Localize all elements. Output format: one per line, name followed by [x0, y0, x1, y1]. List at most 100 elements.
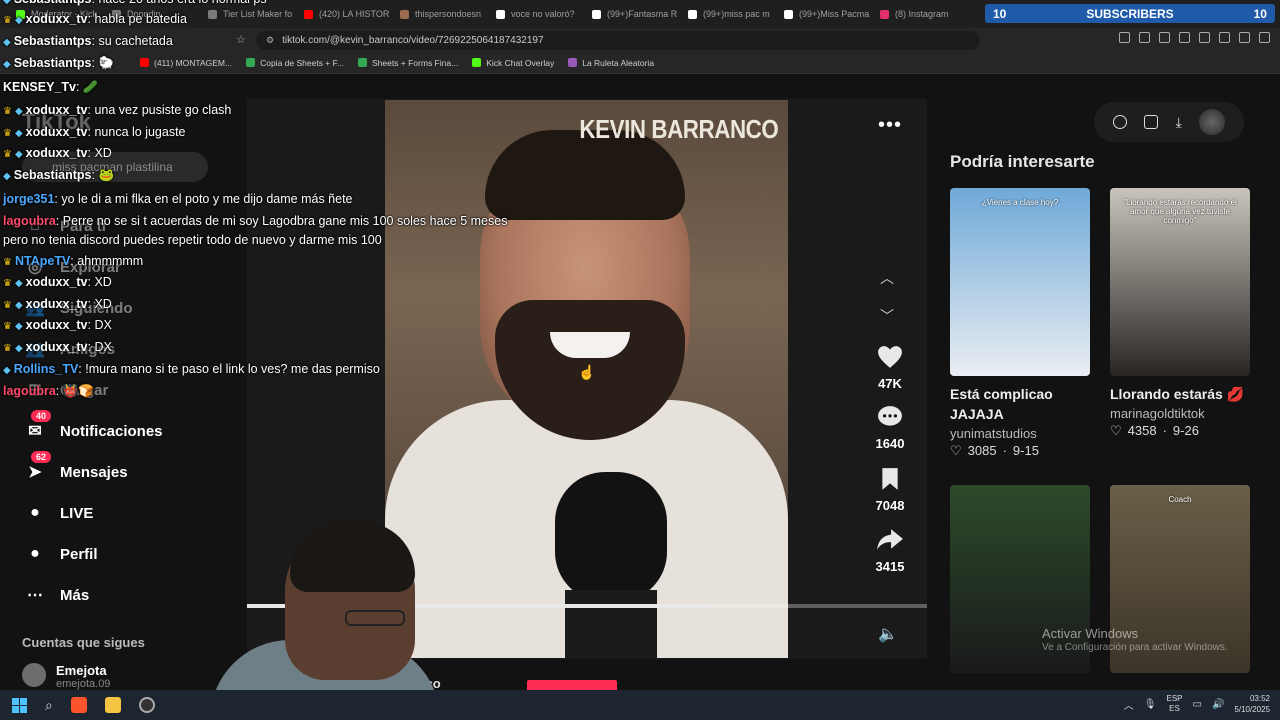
obs-icon[interactable] [138, 697, 155, 713]
share-button[interactable]: 3415 [862, 527, 918, 574]
extension-icon[interactable] [1119, 32, 1130, 43]
clock-time: 03:52 [1249, 694, 1270, 703]
chat-username[interactable]: Rollins_TV [14, 362, 79, 376]
tab-label: (99+)miss pac m [703, 9, 770, 19]
chat-username[interactable]: Sebastiantps [14, 0, 92, 6]
like-button[interactable]: 47K [862, 344, 918, 391]
brave-browser-icon[interactable] [70, 697, 87, 713]
recommended-video-caption[interactable]: Está complicao JAJAJA [950, 384, 1090, 424]
profile-avatar[interactable] [1199, 109, 1226, 135]
chat-username[interactable]: xoduxx_tv [26, 146, 88, 160]
crown-icon: ♛ [3, 321, 12, 332]
nav-item[interactable]: ➤ 62 Mensajes [22, 451, 128, 485]
save-button[interactable]: 7048 [862, 466, 918, 513]
file-explorer-icon[interactable] [104, 697, 121, 713]
recommended-video-caption[interactable]: Llorando estarás 💋 [1110, 384, 1250, 404]
chat-text: 👹🍞 [62, 384, 94, 398]
speaker-icon[interactable]: 🔊 [1212, 699, 1224, 710]
phone-icon[interactable] [1144, 115, 1159, 129]
browser-tab[interactable]: (99+)miss pac m [682, 3, 774, 25]
chat-username[interactable]: NTApeTV [15, 254, 70, 268]
following-accounts-title: Cuentas que sigues [22, 635, 145, 650]
volume-icon[interactable]: 🔈 [878, 624, 898, 644]
nav-item-label: LIVE [60, 504, 94, 522]
crown-icon: ♛ [3, 257, 12, 268]
browser-tab[interactable]: (8) Instagram [874, 3, 966, 25]
crown-icon: ♛ [3, 300, 12, 311]
chat-username[interactable]: jorge351 [3, 192, 54, 206]
chat-username[interactable]: xoduxx_tv [26, 318, 88, 332]
chat-username[interactable]: xoduxx_tv [26, 297, 88, 311]
chat-username[interactable]: xoduxx_tv [26, 103, 88, 117]
crown-icon: ♛ [3, 15, 12, 26]
recommended-video-thumbnail[interactable]: "Llorando estarás recordando el amor que… [1110, 188, 1250, 376]
gem-icon: ◆ [14, 343, 23, 354]
wallet-icon[interactable] [1219, 32, 1230, 43]
chat-username[interactable]: KENSEY_Tv [3, 80, 76, 94]
crown-icon: ♛ [3, 128, 12, 139]
crown-icon: ♛ [3, 343, 12, 354]
recommended-video-date: 9-26 [1172, 423, 1199, 438]
live-icon: ● [30, 504, 40, 521]
sidebar-icon[interactable] [1199, 32, 1210, 43]
screenshot-icon[interactable] [1159, 32, 1170, 43]
recommended-video-date: 9-15 [1012, 443, 1039, 458]
chat-username[interactable]: xoduxx_tv [26, 340, 88, 354]
nav-item[interactable]: ● Perfil [22, 541, 97, 567]
chat-username[interactable]: Sebastiantps [14, 34, 92, 48]
browser-tab[interactable]: (99+)Miss Pacma [778, 3, 870, 25]
recommended-video-thumbnail[interactable]: ¿Vienes a clase hoy? [950, 188, 1090, 376]
recommended-video-user[interactable]: marinagoldtiktok [1110, 406, 1250, 421]
more-icon: ⋯ [27, 587, 43, 604]
chevron-up-icon[interactable]: ︿ [1124, 697, 1134, 712]
chat-message: ♛ ◆ xoduxx_tv: XD [3, 275, 112, 289]
chat-text: DX [94, 318, 112, 332]
following-account-item[interactable]: Emejota emejota.09 [22, 663, 110, 690]
network-icon[interactable]: ▭ [1193, 699, 1202, 710]
chat-message: ♛ NTApeTV: ahmmmmm [3, 254, 143, 268]
chat-username[interactable]: Sebastiantps [14, 56, 92, 70]
vpn-icon[interactable] [1239, 32, 1250, 43]
nav-item[interactable]: ✉ 40 Notificaciones [22, 410, 163, 444]
profile-icon: ● [30, 545, 40, 562]
nav-item[interactable]: ⋯ Más [22, 582, 89, 608]
heart-outline-icon: ♡ [1110, 423, 1122, 438]
search-icon[interactable]: ⌕ [45, 697, 53, 714]
previous-video-icon[interactable]: ︿ [880, 268, 894, 288]
language-indicator[interactable]: ESP ES [1166, 694, 1182, 714]
chat-username[interactable]: xoduxx_tv [26, 12, 88, 26]
gem-icon: ◆ [14, 300, 23, 311]
chat-username[interactable]: lagoubra [3, 214, 56, 228]
recommended-video-user[interactable]: yunimatstudios [950, 426, 1090, 441]
comment-button[interactable]: 1640 [862, 404, 918, 451]
coins-icon[interactable] [1112, 115, 1127, 129]
recommended-video-card[interactable]: "Llorando estarás recordando el amor que… [1110, 188, 1250, 439]
chat-username[interactable]: lagoubra [3, 384, 56, 398]
music-icon[interactable] [1179, 32, 1190, 43]
chat-username[interactable]: Sebastiantps [14, 168, 92, 182]
microphone-icon[interactable]: 🎙 [1144, 699, 1157, 710]
chat-message: lagoubra: Perre no se si t acuerdas de m… [3, 214, 507, 228]
recommended-video-likes: 4358 [1127, 423, 1157, 438]
download-icon[interactable]: ⤓ [1176, 114, 1182, 131]
chat-text: DX [94, 340, 112, 354]
follow-button[interactable] [527, 680, 617, 690]
activate-windows-title: Activar Windows [1042, 626, 1139, 641]
tab-favicon-icon [880, 9, 889, 19]
next-video-icon[interactable]: ﹀ [880, 306, 894, 326]
chat-message: pero no tenia discord puedes repetir tod… [3, 233, 382, 247]
menu-icon[interactable] [1259, 32, 1270, 43]
bookmark-item[interactable]: La Ruleta Aleatoria [568, 58, 654, 68]
mouse-cursor-icon: ☝ [578, 364, 596, 380]
chat-username[interactable]: xoduxx_tv [26, 275, 88, 289]
windows-start-icon[interactable] [12, 697, 27, 713]
system-clock[interactable]: 03:52 5/10/2025 [1234, 693, 1270, 715]
nav-item[interactable]: ● LIVE [22, 500, 93, 526]
chat-message: ◆Sebastiantps: hace 20 años era lo norma… [3, 0, 267, 6]
chat-username[interactable]: xoduxx_tv [26, 125, 88, 139]
puzzle-icon[interactable] [1139, 32, 1150, 43]
recommended-video-card[interactable]: ¿Vienes a clase hoy? Está complicao JAJAJ… [950, 188, 1090, 459]
chat-text: nunca lo jugaste [94, 125, 186, 139]
more-options-icon[interactable]: ••• [878, 114, 902, 137]
browser-tab[interactable]: (99+)Fantasma R [586, 3, 678, 25]
